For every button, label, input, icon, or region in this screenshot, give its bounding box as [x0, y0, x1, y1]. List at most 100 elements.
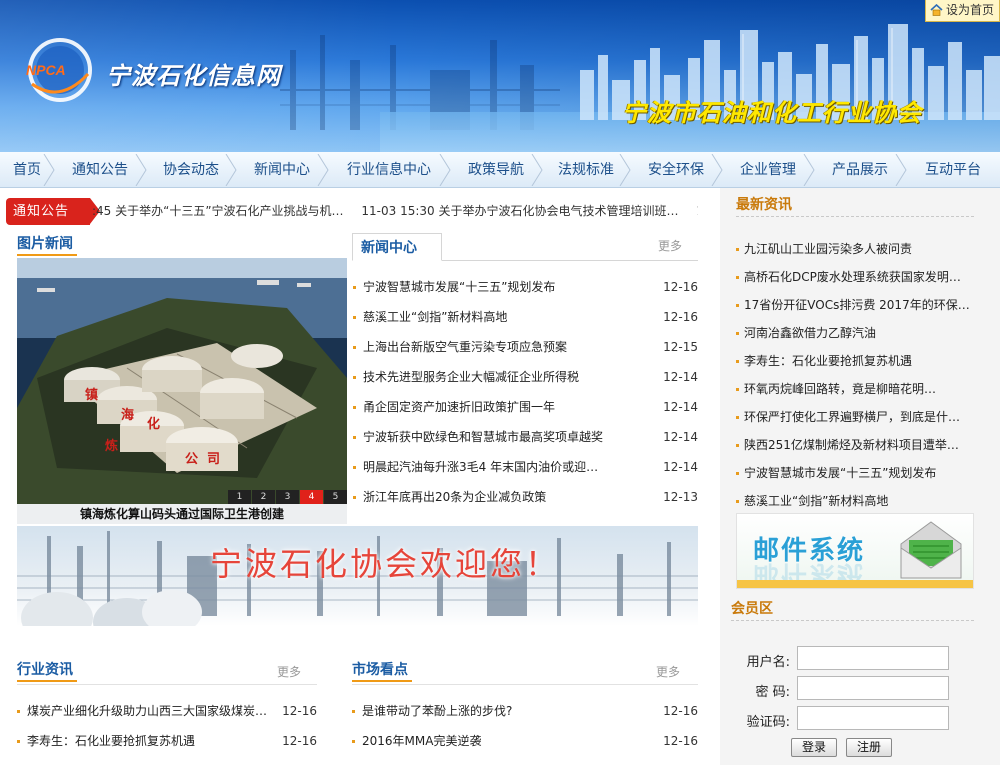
- list-item-title: 宁波智慧城市发展“十三五”规划发布: [363, 280, 556, 294]
- mail-banner-strip: [737, 580, 973, 588]
- notice-item[interactable]: 1: [696, 204, 698, 218]
- username-input[interactable]: [797, 646, 949, 670]
- list-item[interactable]: 2016年MMA完美逆袭 12-16: [352, 726, 698, 756]
- nav-item-label: 协会动态: [163, 162, 219, 178]
- association-name: 宁波市石油和化工行业协会: [622, 99, 922, 127]
- bullet-icon: [17, 740, 20, 743]
- nav-item[interactable]: 政策导航: [450, 152, 543, 188]
- nav-item[interactable]: 企业管理: [722, 152, 815, 188]
- latest-info-item-title: 高桥石化DCP废水处理系统获国家发明…: [744, 270, 961, 284]
- tab-news-center[interactable]: 新闻中心: [352, 233, 442, 261]
- tank-label: 炼: [105, 438, 118, 454]
- pager-page[interactable]: 5: [324, 490, 347, 504]
- nav-item-label: 行业信息中心: [347, 162, 431, 178]
- list-item-date: 12-16: [663, 734, 698, 748]
- nav-item[interactable]: 产品展示: [814, 152, 907, 188]
- list-item[interactable]: 宁波斩获中欧绿色和智慧城市最高奖项卓越奖 12-14: [353, 422, 698, 452]
- picture-caption[interactable]: 镇海炼化算山码头通过国际卫生港创建: [17, 504, 347, 524]
- bullet-icon: [353, 466, 356, 469]
- bullet-icon: [353, 286, 356, 289]
- latest-info-item[interactable]: 慈溪工业“剑指”新材料高地: [736, 487, 974, 515]
- bullet-icon: [736, 276, 739, 279]
- picture-news-slideshow[interactable]: 镇 海 炼 化 公 司 1 2 3 4 5 镇海炼化算山码头通过国际卫生港创建: [17, 258, 347, 524]
- latest-info-item-title: 陕西251亿煤制烯烃及新材料项目遭举…: [744, 438, 959, 452]
- nav-item[interactable]: 通知公告: [54, 152, 147, 188]
- list-item-date: 12-16: [663, 310, 698, 324]
- bullet-icon: [353, 436, 356, 439]
- latest-info-item-title: 环氧丙烷峰回路转，竟是柳暗花明…: [744, 382, 937, 396]
- notice-item[interactable]: :45 关于举办“十三五”宁波石化产业挑战与机…: [92, 204, 344, 218]
- pager-page[interactable]: 2: [252, 490, 275, 504]
- latest-info-item[interactable]: 17省份开征VOCs排污费 2017年的环保…: [736, 291, 974, 319]
- pager-page[interactable]: 3: [276, 490, 299, 504]
- market-watch-heading: 市场看点: [352, 659, 412, 682]
- list-item[interactable]: 甬企固定资产加速折旧政策扩围一年 12-14: [353, 392, 698, 422]
- notice-item[interactable]: 11-03 15:30 关于举办宁波石化协会电气技术管理培训班…: [361, 204, 678, 218]
- captcha-input[interactable]: [797, 706, 949, 730]
- nav-item-label: 互动平台: [925, 162, 981, 178]
- bullet-icon: [353, 316, 356, 319]
- pager-page[interactable]: 1: [228, 490, 251, 504]
- list-item-date: 12-13: [663, 490, 698, 504]
- list-item[interactable]: 上海出台新版空气重污染专项应急预案 12-15: [353, 332, 698, 362]
- latest-info-item[interactable]: 高桥石化DCP废水处理系统获国家发明…: [736, 263, 974, 291]
- nav-item[interactable]: 首页: [0, 152, 55, 188]
- latest-info-item[interactable]: 李寿生：石化业要抢抓复苏机遇: [736, 347, 974, 375]
- bullet-icon: [736, 472, 739, 475]
- list-item-title: 明晨起汽油每升涨3毛4 年末国内油价或迎…: [363, 460, 599, 474]
- login-button[interactable]: 登录: [791, 738, 837, 757]
- nav-item[interactable]: 法规标准: [542, 152, 631, 188]
- latest-info-item-title: 环保严打使化工界遍野横尸，到底是什…: [744, 410, 961, 424]
- main-nav: 首页 通知公告 协会动态 新闻中心 行业信息中心 政策导航 法规标准 安全环保 企业管理 产品展示…: [0, 152, 1000, 188]
- tank-label: 化: [147, 416, 160, 432]
- npca-logo-icon: NPCA: [26, 38, 92, 102]
- bullet-icon: [353, 376, 356, 379]
- nav-item[interactable]: 互动平台: [906, 152, 1000, 188]
- latest-info-item[interactable]: 河南冶鑫欲借力乙醇汽油: [736, 319, 974, 347]
- list-item[interactable]: 煤炭产业细化升级助力山西三大国家级煤炭… 12-16: [17, 696, 317, 726]
- market-watch-more-link[interactable]: 更多: [656, 663, 680, 680]
- register-button[interactable]: 注册: [846, 738, 892, 757]
- latest-info-item[interactable]: 陕西251亿煤制烯烃及新材料项目遭举…: [736, 431, 974, 459]
- nav-item[interactable]: 新闻中心: [236, 152, 329, 188]
- news-center-header: 新闻中心 更多: [352, 233, 698, 261]
- list-item[interactable]: 明晨起汽油每升涨3毛4 年末国内油价或迎… 12-14: [353, 452, 698, 482]
- industry-news-list: 煤炭产业细化升级助力山西三大国家级煤炭… 12-16 李寿生：石化业要抢抓复苏机遇 1…: [17, 696, 317, 756]
- list-item[interactable]: 是谁带动了苯酚上涨的步伐? 12-16: [352, 696, 698, 726]
- list-item[interactable]: 技术先进型服务企业大幅减征企业所得税 12-14: [353, 362, 698, 392]
- nav-item[interactable]: 行业信息中心: [328, 152, 451, 188]
- nav-item[interactable]: 协会动态: [146, 152, 237, 188]
- list-item-title: 上海出台新版空气重污染专项应急预案: [363, 340, 568, 354]
- list-item[interactable]: 宁波智慧城市发展“十三五”规划发布 12-16: [353, 272, 698, 302]
- bullet-icon: [736, 500, 739, 503]
- latest-info-item[interactable]: 环保严打使化工界遍野横尸，到底是什…: [736, 403, 974, 431]
- notice-tag: 通知公告: [6, 198, 100, 225]
- header-banner: NPCA 宁波石化信息网 宁波市石油和化工行业协会 设为首页: [0, 0, 1000, 152]
- news-center-more-link[interactable]: 更多: [658, 237, 682, 254]
- latest-info-item[interactable]: 九江矶山工业园污染多人被问责: [736, 235, 974, 263]
- picture-news-heading: 图片新闻: [17, 233, 77, 256]
- password-input[interactable]: [797, 676, 949, 700]
- bullet-icon: [736, 388, 739, 391]
- set-homepage-link[interactable]: 设为首页: [925, 0, 1000, 22]
- nav-item-label: 安全环保: [648, 162, 704, 178]
- nav-item[interactable]: 安全环保: [630, 152, 723, 188]
- notice-marquee: :45 关于举办“十三五”宁波石化产业挑战与机… 11-03 15:30 关于举…: [92, 198, 698, 225]
- mail-system-banner[interactable]: 邮件系统 邮件系统: [736, 513, 974, 589]
- market-watch-title: 市场看点: [352, 662, 408, 678]
- set-homepage-label: 设为首页: [946, 3, 995, 17]
- list-item[interactable]: 慈溪工业“剑指”新材料高地 12-16: [353, 302, 698, 332]
- pager-page-active[interactable]: 4: [300, 490, 323, 504]
- latest-info-list: 九江矶山工业园污染多人被问责高桥石化DCP废水处理系统获国家发明… 17省份开征V…: [736, 235, 974, 515]
- list-item[interactable]: 浙江年底再出20条为企业减负政策 12-13: [353, 482, 698, 512]
- divider: [352, 684, 698, 685]
- latest-info-item[interactable]: 宁波智慧城市发展“十三五”规划发布: [736, 459, 974, 487]
- list-item-date: 12-14: [663, 370, 698, 384]
- tank-label: 公: [185, 452, 198, 467]
- list-item-date: 12-15: [663, 340, 698, 354]
- list-item-title: 宁波斩获中欧绿色和智慧城市最高奖项卓越奖: [363, 430, 604, 444]
- latest-info-item-title: 河南冶鑫欲借力乙醇汽油: [744, 326, 877, 340]
- list-item[interactable]: 李寿生：石化业要抢抓复苏机遇 12-16: [17, 726, 317, 756]
- industry-news-more-link[interactable]: 更多: [277, 663, 301, 680]
- latest-info-item[interactable]: 环氧丙烷峰回路转，竟是柳暗花明…: [736, 375, 974, 403]
